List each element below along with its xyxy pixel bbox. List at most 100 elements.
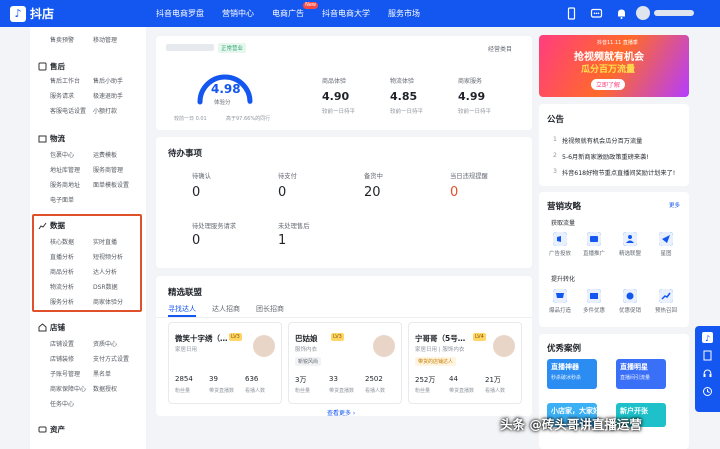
sidebar-item[interactable]: 运费模板: [93, 150, 117, 159]
shop-type-link[interactable]: 经营类目: [488, 44, 512, 53]
tab-find-creators[interactable]: 寻找达人: [168, 304, 196, 314]
sidebar-item[interactable]: 服务请求: [50, 91, 74, 100]
headset-icon[interactable]: [702, 368, 713, 379]
announcement-text: 5-6月新商家激励政策重磅来袭!: [561, 154, 649, 161]
sidebar-item[interactable]: 店铺装修: [50, 354, 74, 363]
nav-item-marketing[interactable]: 营销中心: [222, 0, 254, 27]
nav-item-university[interactable]: 抖音电商大学: [322, 0, 370, 27]
todo-value[interactable]: 20: [364, 185, 381, 200]
todo-label[interactable]: 备货中: [364, 171, 383, 180]
sidebar-group-title[interactable]: 资产: [38, 424, 65, 435]
announcement-item[interactable]: 2 5-6月新商家激励政策重磅来袭!: [553, 152, 649, 161]
tab-leader-recruit[interactable]: 团长招商: [256, 304, 284, 314]
nav-item-service-market[interactable]: 服务市场: [388, 0, 420, 27]
clock-icon[interactable]: [702, 386, 713, 397]
send-icon: [659, 232, 673, 246]
todo-value[interactable]: 1: [278, 233, 286, 248]
tool-live-promo[interactable]: 直播推广: [579, 232, 609, 257]
metric-sub: 较前一日持平: [322, 109, 356, 115]
app-logo[interactable]: ♪ 抖店: [10, 5, 54, 22]
user-avatar[interactable]: [636, 6, 650, 20]
todo-value[interactable]: 0: [278, 185, 286, 200]
sidebar-item[interactable]: 服务商地址: [50, 180, 80, 189]
douyin-logo-icon[interactable]: ♪: [702, 332, 713, 343]
score-label[interactable]: 体验分: [214, 98, 231, 106]
banner-top-text: 抖音11.11 直播季: [597, 40, 638, 46]
nav-item-ads[interactable]: 电商广告 New: [272, 0, 318, 27]
sidebar-item[interactable]: 店铺设置: [50, 339, 74, 348]
sidebar-item[interactable]: 小额打款: [93, 106, 117, 115]
todo-label[interactable]: 未处理售后: [278, 221, 309, 230]
sidebar-item[interactable]: 商家保障中心: [50, 384, 86, 393]
sidebar-item[interactable]: 极速退助手: [93, 91, 123, 100]
tool-label: 直播推广: [582, 251, 605, 257]
marketing-card: 营销攻略 更多 获取流量 广告投放 直播推广 精选联盟 星图 提升转化 爆品打造…: [539, 192, 689, 327]
case-title: 直播神器: [551, 363, 579, 371]
todo-label[interactable]: 待确认: [192, 171, 211, 180]
creator-stat-label: 粉丝量: [295, 388, 311, 394]
tool-multi-discount[interactable]: 多件优惠: [579, 289, 609, 314]
tool-label: 预热召回: [654, 308, 677, 314]
sidebar-item[interactable]: 任务中心: [50, 399, 74, 408]
creator-card[interactable]: 巴姑娘 LV3 服饰内衣 新锐风尚 3万 33 2502 粉丝量 带货直播数 看…: [288, 322, 402, 404]
tool-alliance[interactable]: 精选联盟: [615, 232, 645, 257]
metric-label: 商家服务: [458, 78, 483, 85]
sidebar-item[interactable]: 服务商管理: [93, 165, 123, 174]
bell-icon[interactable]: [615, 7, 628, 20]
sidebar-item[interactable]: 地址库管理: [50, 165, 80, 174]
promo-banner[interactable]: 抖音11.11 直播季 抢视频就有机会 瓜分百万流量 立即了解: [539, 35, 689, 97]
sidebar-group-title[interactable]: 物流: [38, 133, 65, 144]
sidebar-item[interactable]: 资质中心: [93, 339, 117, 348]
creator-badge: 带货的店铺达人: [415, 357, 457, 366]
creator-name: 巴姑娘: [295, 334, 318, 343]
sidebar-item[interactable]: 售后小助手: [93, 76, 123, 85]
sidebar-group-title[interactable]: 店铺: [38, 322, 65, 333]
case-sub: 秒杀破冰秒杀: [551, 375, 582, 381]
message-icon[interactable]: [590, 7, 603, 20]
creator-card[interactable]: 微笑十字绣（… LV3 家居日用 2854 39 636 粉丝量 带货直播数 看…: [168, 322, 282, 404]
sidebar-item[interactable]: 支付方式设置: [93, 354, 129, 363]
account-name-blurred[interactable]: [654, 10, 694, 16]
announcement-item[interactable]: 3 抖音618好物节重点直播间奖励计划来了!: [553, 168, 675, 177]
tool-recall[interactable]: 预热召回: [651, 289, 681, 314]
nav-item-compass[interactable]: 抖音电商罗盘: [156, 0, 204, 27]
sidebar-item[interactable]: 面单模板设置: [93, 180, 129, 189]
sidebar-item[interactable]: 售后工作台: [50, 76, 80, 85]
todo-label[interactable]: 当日违规提醒: [450, 171, 488, 180]
tool-xingtu[interactable]: 星图: [651, 232, 681, 257]
todo-label[interactable]: 待处理服务请求: [192, 221, 236, 230]
mobile-icon[interactable]: [565, 7, 578, 20]
sidebar-item[interactable]: 客服电话设置: [50, 106, 86, 115]
case-item[interactable]: 直播神器秒杀破冰秒杀: [547, 359, 597, 389]
todo-value[interactable]: 0: [450, 185, 458, 200]
tool-promotion[interactable]: 优惠促销: [615, 289, 645, 314]
logistics-icon: [38, 135, 47, 143]
sidebar-item[interactable]: 移动管理: [93, 35, 117, 44]
marketing-more-link[interactable]: 更多: [669, 201, 680, 209]
sidebar-item[interactable]: 售卖预警: [50, 35, 74, 44]
sidebar-item[interactable]: 包裹中心: [50, 150, 74, 159]
banner-cta-button[interactable]: 立即了解: [591, 79, 626, 90]
sidebar-group-label: 资产: [50, 425, 65, 434]
todo-value[interactable]: 0: [192, 185, 200, 200]
coupon-icon: [623, 289, 637, 303]
creator-category: 服饰内衣: [295, 347, 318, 353]
tool-ads[interactable]: 广告投放: [545, 232, 575, 257]
creator-avatar: [493, 335, 515, 357]
tab-creator-recruit[interactable]: 达人招商: [212, 304, 240, 314]
sidebar-item[interactable]: 黑名单: [93, 369, 111, 378]
tool-hot-product[interactable]: 爆品打造: [545, 289, 575, 314]
todo-value[interactable]: 0: [192, 233, 200, 248]
metric-value: 4.99: [458, 90, 486, 103]
creator-stat-label: 看播人数: [485, 388, 506, 394]
todo-label[interactable]: 待支付: [278, 171, 297, 180]
sidebar-item[interactable]: 子账号管理: [50, 369, 80, 378]
document-icon[interactable]: [702, 350, 713, 361]
sidebar-item[interactable]: 数据授权: [93, 384, 117, 393]
announcement-item[interactable]: 1 抢视频就有机会瓜分百万流量: [553, 136, 642, 145]
view-more-link[interactable]: 查看更多 ›: [327, 408, 355, 417]
sidebar-item[interactable]: 电子面单: [50, 195, 74, 204]
creator-card[interactable]: 宁哥哥（5号… LV4 家居日用 | 服饰内衣 带货的店铺达人 252万 44 …: [408, 322, 522, 404]
sidebar-group-title[interactable]: 售后: [38, 61, 65, 72]
case-item[interactable]: 直播明星 直播间引流量: [616, 359, 666, 389]
